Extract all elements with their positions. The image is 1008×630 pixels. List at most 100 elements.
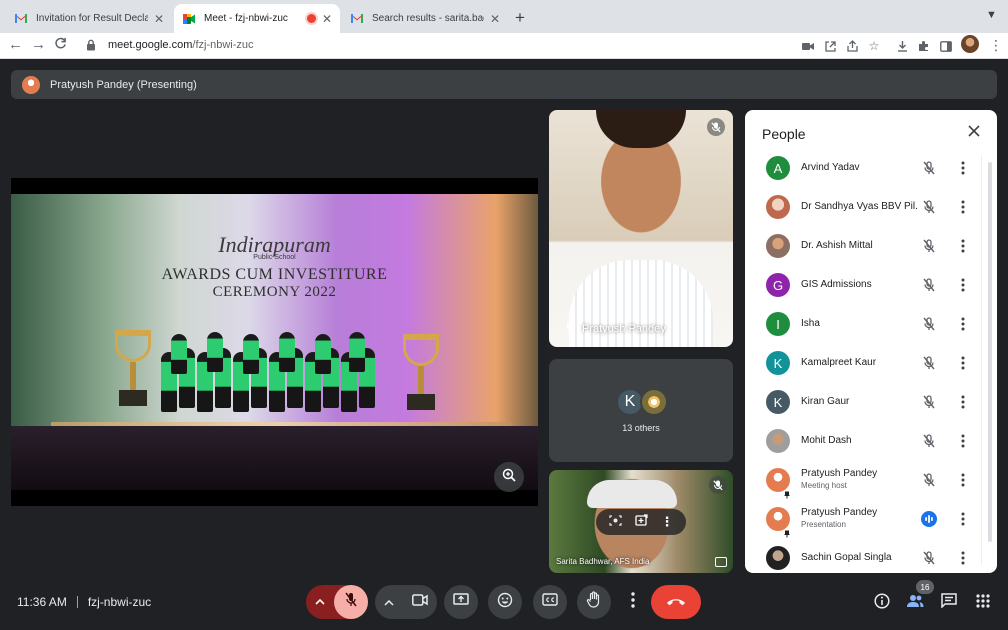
close-tab-icon[interactable]: ✕ (490, 12, 500, 26)
participant-name: Kiran Gaur (801, 396, 850, 407)
camera-icon[interactable] (800, 38, 816, 54)
tab-search-results[interactable]: Search results - sarita.badhwa ✕ (342, 4, 508, 33)
more-options-icon[interactable] (955, 199, 971, 215)
others-tile[interactable]: K 13 others (549, 359, 733, 462)
profile-avatar[interactable] (961, 35, 979, 53)
close-tab-icon[interactable]: ✕ (322, 12, 332, 26)
back-arrow-icon[interactable]: ← (8, 36, 23, 53)
more-options-icon[interactable] (955, 472, 971, 488)
captions-button[interactable] (533, 585, 567, 619)
more-options-icon[interactable] (955, 316, 971, 332)
camera-toggle-button[interactable] (412, 593, 428, 611)
mic-off-icon[interactable] (921, 316, 937, 332)
video-settings-chevron-icon[interactable] (384, 593, 394, 611)
more-options-icon[interactable] (955, 355, 971, 371)
raise-hand-button[interactable] (577, 585, 611, 619)
more-options-button[interactable] (621, 585, 645, 619)
browser-menu-icon[interactable]: ⋮ (989, 37, 1003, 54)
mic-off-icon (709, 476, 727, 494)
tab-meet[interactable]: Meet - fzj-nbwi-zuc ✕ (174, 4, 340, 33)
mic-off-icon[interactable] (921, 238, 937, 254)
more-options-icon[interactable] (955, 238, 971, 254)
leave-call-button[interactable] (651, 585, 701, 619)
picture-in-picture-icon[interactable] (715, 557, 727, 567)
extensions-icon[interactable] (916, 38, 932, 54)
stage-floor (11, 426, 538, 490)
lock-icon[interactable] (86, 39, 100, 51)
more-options-icon[interactable] (955, 433, 971, 449)
more-options-icon[interactable]: ⋮ (661, 514, 674, 530)
present-now-button[interactable] (444, 585, 478, 619)
close-panel-button[interactable] (966, 125, 982, 141)
close-tab-icon[interactable]: ✕ (154, 12, 164, 26)
participant-row[interactable]: K Kamalpreet Kaur (745, 344, 989, 383)
mic-off-icon[interactable] (921, 199, 937, 215)
more-options-icon[interactable] (955, 160, 971, 176)
pin-icon (783, 525, 791, 538)
participant-row[interactable]: Sachin Gopal Singla (745, 539, 989, 573)
participant-name: Dr Sandhya Vyas BBV Pil... (801, 201, 917, 212)
activities-button[interactable] (973, 593, 993, 613)
more-options-icon[interactable] (955, 550, 971, 566)
video-tile-pratyush[interactable]: Pratyush Pandey (549, 110, 733, 347)
pin-icon (783, 486, 791, 499)
mic-off-icon[interactable] (921, 394, 937, 410)
zoom-in-button[interactable] (494, 462, 524, 492)
share-icon[interactable] (844, 38, 860, 54)
open-in-new-icon[interactable] (822, 38, 838, 54)
present-screen-icon (453, 593, 469, 611)
reactions-button[interactable] (488, 585, 522, 619)
pin-icon (565, 322, 573, 335)
mic-off-icon[interactable] (921, 550, 937, 566)
camera-control-group (375, 585, 437, 619)
participant-row[interactable]: Dr. Ashish Mittal (745, 227, 989, 266)
presenting-label: Pratyush Pandey (Presenting) (50, 78, 197, 91)
chat-button[interactable] (939, 593, 959, 613)
chat-icon (941, 593, 957, 613)
tab-title: Invitation for Result Declaration (36, 13, 148, 24)
participant-row[interactable]: K Kiran Gaur (745, 383, 989, 422)
mic-off-icon[interactable] (921, 277, 937, 293)
url-text: meet.google.com/fzj-nbwi-zuc (108, 39, 254, 51)
mic-off-icon[interactable] (921, 160, 937, 176)
participant-avatar: I (766, 312, 790, 336)
chevron-down-icon[interactable]: ▼ (986, 9, 997, 21)
participant-row[interactable]: G GIS Admissions (745, 266, 989, 305)
participant-row[interactable]: Pratyush Pandey Presentation (745, 500, 989, 539)
mic-off-icon[interactable] (921, 472, 937, 488)
participant-avatar (766, 546, 790, 570)
people-button[interactable] (905, 593, 925, 613)
more-options-icon[interactable] (955, 511, 971, 527)
audio-settings-chevron-icon[interactable] (306, 599, 334, 605)
star-icon[interactable]: ☆ (866, 38, 882, 54)
frame-icon[interactable] (608, 513, 622, 531)
add-to-frame-icon[interactable] (634, 513, 648, 531)
self-video-tile[interactable]: ⋮ Sarita Badhwar, AFS India (549, 470, 733, 573)
participant-name: Pratyush Pandey (801, 507, 878, 518)
download-icon[interactable] (894, 38, 910, 54)
participant-row[interactable]: A Arvind Yadav (745, 149, 989, 188)
tab-invitation[interactable]: Invitation for Result Declaration ✕ (6, 4, 172, 33)
address-bar[interactable]: meet.google.com/fzj-nbwi-zuc (74, 34, 890, 56)
clock-time: 11:36 AM (17, 595, 67, 609)
mic-toggle-button[interactable] (334, 585, 368, 619)
mic-off-icon[interactable] (921, 433, 937, 449)
participant-avatar (766, 234, 790, 258)
participant-name: Pratyush Pandey (801, 468, 878, 479)
info-icon (874, 592, 890, 614)
side-panel-icon[interactable] (938, 38, 954, 54)
more-options-icon[interactable] (955, 394, 971, 410)
slide-school-sub: Public School (253, 254, 296, 261)
presentation-stage: Indirapuram Public School AWARDS CUM INV… (11, 178, 538, 506)
reload-icon[interactable] (54, 37, 67, 54)
meeting-info-button[interactable] (872, 592, 892, 614)
speaking-indicator-icon[interactable] (921, 511, 937, 527)
forward-arrow-icon[interactable]: → (31, 36, 46, 53)
participant-row[interactable]: Mohit Dash (745, 422, 989, 461)
new-tab-icon[interactable]: + (515, 8, 525, 28)
mic-off-icon[interactable] (921, 355, 937, 371)
participant-row[interactable]: Dr Sandhya Vyas BBV Pil... (745, 188, 989, 227)
participant-row[interactable]: Pratyush Pandey Meeting host (745, 461, 989, 500)
more-options-icon[interactable] (955, 277, 971, 293)
participant-row[interactable]: I Isha (745, 305, 989, 344)
